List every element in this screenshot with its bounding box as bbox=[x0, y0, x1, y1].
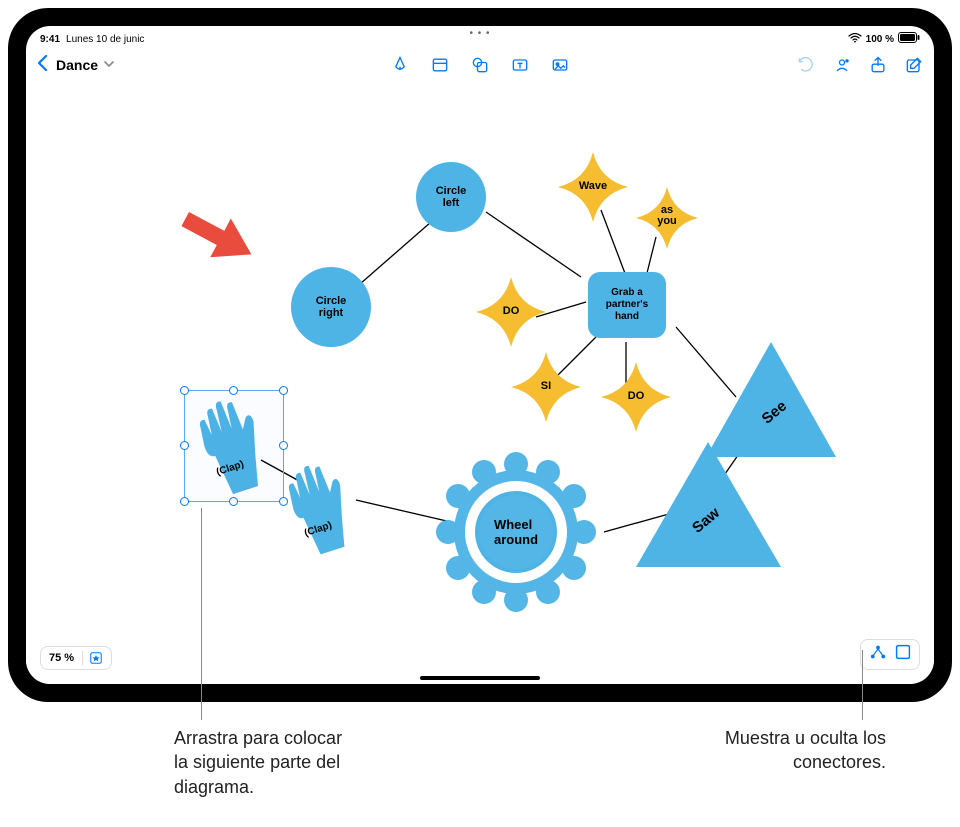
share-icon[interactable] bbox=[868, 55, 888, 75]
status-date: Lunes 10 de junic bbox=[66, 34, 144, 45]
node-star-do1[interactable]: DO bbox=[476, 277, 546, 347]
node-triangle-see[interactable]: See bbox=[706, 342, 836, 457]
callout-line-right bbox=[862, 650, 863, 720]
red-arrow-shape[interactable] bbox=[176, 202, 266, 277]
battery-icon bbox=[898, 32, 920, 46]
wifi-icon bbox=[848, 33, 862, 46]
connectors-toggle-icon[interactable] bbox=[869, 644, 887, 665]
node-wheel-around[interactable]: Wheel around bbox=[436, 452, 596, 612]
chevron-down-icon[interactable] bbox=[104, 60, 114, 70]
collaborate-icon[interactable] bbox=[832, 55, 852, 75]
star-label: DO bbox=[476, 305, 546, 317]
node-star-wave[interactable]: Wave bbox=[558, 152, 628, 222]
star-label: SI bbox=[511, 380, 581, 392]
status-time: 9:41 bbox=[40, 34, 60, 45]
navigator-icon[interactable] bbox=[82, 651, 103, 665]
sticky-note-icon[interactable] bbox=[430, 55, 450, 75]
star-label: as you bbox=[636, 205, 698, 227]
node-circle-right[interactable]: Circle right bbox=[291, 267, 371, 347]
star-label: Wave bbox=[558, 180, 628, 192]
node-circle-left[interactable]: Circle left bbox=[416, 162, 486, 232]
app-toolbar: Dance bbox=[26, 48, 934, 82]
document-title[interactable]: Dance bbox=[56, 57, 98, 73]
image-tool-icon[interactable] bbox=[550, 55, 570, 75]
callout-line-left bbox=[201, 508, 202, 720]
node-hand-clap2[interactable]: (Clap) bbox=[276, 452, 366, 562]
node-star-si[interactable]: SI bbox=[511, 352, 581, 422]
zoom-control[interactable]: 75 % bbox=[40, 646, 112, 670]
home-indicator[interactable] bbox=[420, 676, 540, 680]
frame-toggle-icon[interactable] bbox=[895, 644, 911, 665]
selection-outline[interactable] bbox=[184, 390, 284, 502]
screen: • • • 9:41 Lunes 10 de junic 100 % bbox=[26, 26, 934, 684]
textbox-tool-icon[interactable] bbox=[510, 55, 530, 75]
shape-tool-icon[interactable] bbox=[470, 55, 490, 75]
battery-pct: 100 % bbox=[866, 34, 894, 45]
freeform-canvas[interactable]: Circle left Circle right Wave as you DO … bbox=[26, 82, 934, 684]
star-label: DO bbox=[601, 390, 671, 402]
node-triangle-saw[interactable]: Saw bbox=[636, 442, 781, 567]
node-star-asyou[interactable]: as you bbox=[636, 187, 698, 249]
node-star-do2[interactable]: DO bbox=[601, 362, 671, 432]
compose-icon[interactable] bbox=[904, 55, 924, 75]
zoom-value: 75 % bbox=[49, 652, 74, 664]
ipad-frame: • • • 9:41 Lunes 10 de junic 100 % bbox=[8, 8, 952, 702]
back-button[interactable] bbox=[36, 54, 50, 77]
callout-right: Muestra u oculta los conectores. bbox=[725, 726, 886, 775]
callout-left: Arrastra para colocar la siguiente parte… bbox=[174, 726, 342, 799]
undo-icon[interactable] bbox=[796, 55, 816, 75]
multitask-dots[interactable]: • • • bbox=[469, 26, 490, 39]
wheel-label: Wheel around bbox=[470, 486, 562, 578]
diagram-controls bbox=[860, 639, 920, 670]
node-grab-partner[interactable]: Grab a partner's hand bbox=[588, 272, 666, 338]
pen-tool-icon[interactable] bbox=[390, 55, 410, 75]
